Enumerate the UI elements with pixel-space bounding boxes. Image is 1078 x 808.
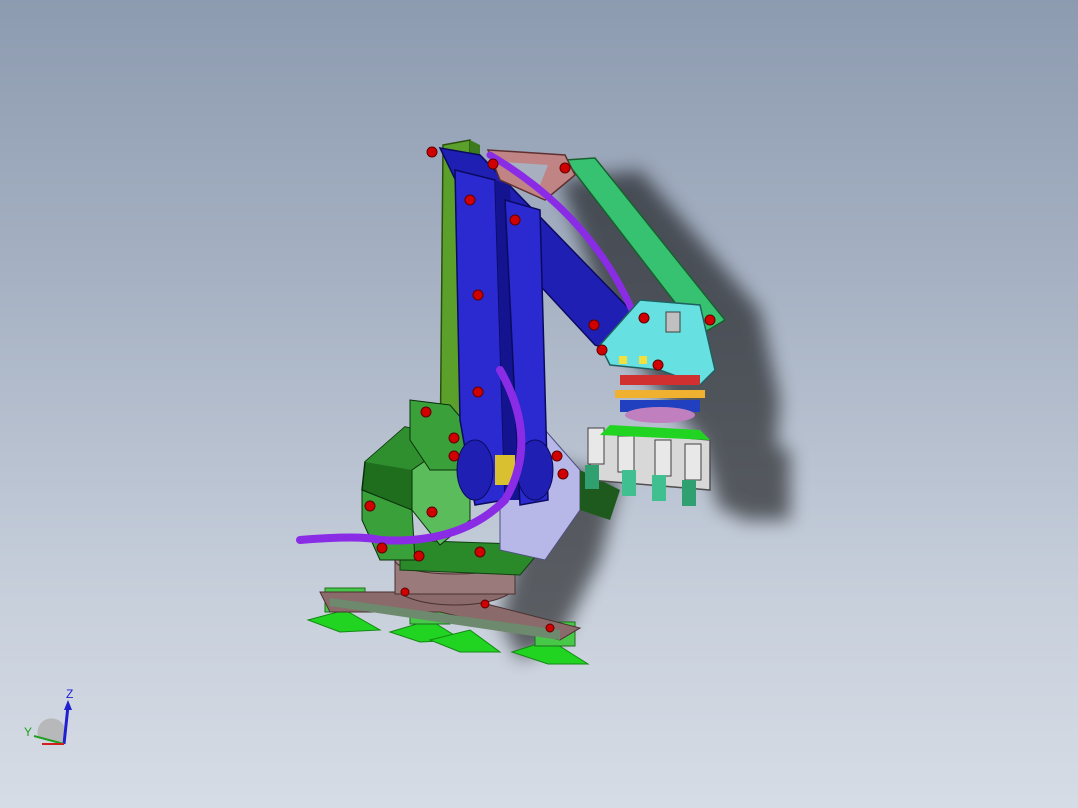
- graphics-viewport[interactable]: Z Y: [0, 0, 1078, 808]
- robot-arm-model[interactable]: [0, 0, 1078, 808]
- z-axis-label: Z: [66, 687, 73, 701]
- y-axis-label: Y: [24, 725, 32, 739]
- coordinate-triad: Z Y: [24, 687, 73, 745]
